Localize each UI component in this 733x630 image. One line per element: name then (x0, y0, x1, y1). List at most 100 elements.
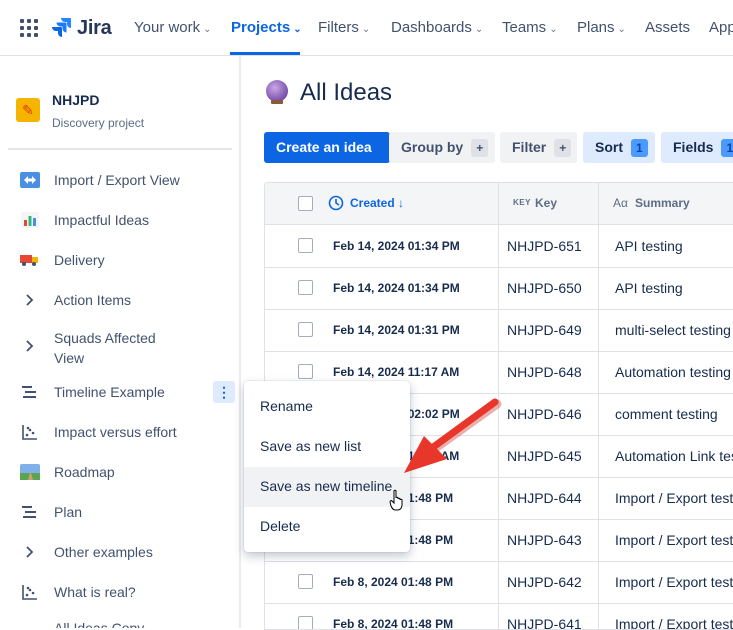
sidebar-item-plan[interactable]: Plan (0, 494, 239, 530)
cell-key[interactable]: NHJPD-642 (507, 574, 582, 590)
table-row[interactable]: Feb 14, 2024 01:34 PM NHJPD-650 API testin… (265, 267, 733, 310)
sidebar-divider (8, 148, 232, 150)
group-by-label: Group by (401, 139, 464, 155)
cell-summary[interactable]: multi-select testing (615, 322, 731, 338)
table-row[interactable]: Feb 14, 2024 01:31 PM NHJPD-649 multi-sele… (265, 309, 733, 352)
page-title: All Ideas (300, 79, 393, 106)
fields-button[interactable]: Fields 13 (661, 132, 733, 163)
sidebar-item-label: Delivery (54, 252, 105, 268)
column-header-summary[interactable]: Summary (635, 196, 690, 210)
cell-key[interactable]: NHJPD-645 (507, 448, 582, 464)
menu-item-rename[interactable]: Rename (244, 387, 410, 427)
crystal-ball-icon (266, 80, 288, 104)
row-checkbox[interactable] (298, 280, 313, 295)
row-checkbox[interactable] (298, 238, 313, 253)
sidebar-item-label-line2: View (54, 350, 85, 366)
nav-dashboards[interactable]: Dashboards ⌄ (391, 19, 483, 36)
select-all-checkbox[interactable] (298, 196, 313, 211)
sidebar-item-other-examples[interactable]: Other examples (0, 534, 239, 570)
app-switcher-icon[interactable] (20, 19, 38, 37)
column-divider[interactable] (598, 183, 599, 629)
row-checkbox[interactable] (298, 574, 313, 589)
cell-created: Feb 8, 2024 01:48 PM (333, 617, 454, 630)
column-divider[interactable] (498, 183, 499, 629)
nav-apps[interactable]: App (709, 19, 733, 36)
nav-plans[interactable]: Plans ⌄ (577, 19, 626, 36)
nav-teams[interactable]: Teams ⌄ (502, 19, 558, 36)
sidebar-item-label: Impact versus effort (54, 424, 177, 440)
column-header-created[interactable]: Created ↓ (350, 196, 404, 210)
menu-item-save-as-new-timeline[interactable]: Save as new timeline (244, 467, 410, 507)
bar-chart-icon (20, 210, 40, 230)
cell-summary[interactable]: Automation Link test (615, 448, 733, 464)
sidebar-item-all-ideas-copy[interactable]: All Ideas Copy (0, 614, 239, 628)
nav-filters[interactable]: Filters ⌄ (318, 19, 370, 36)
sort-button[interactable]: Sort 1 (583, 132, 655, 163)
sidebar-item-label: Timeline Example (54, 384, 165, 400)
table-row[interactable]: Feb 8, 2024 01:48 PM NHJPD-641 Import / Ex… (265, 603, 733, 630)
sidebar-item-timeline-example[interactable]: Timeline Example (0, 374, 239, 410)
nav-your-work[interactable]: Your work ⌄ (134, 19, 212, 36)
sidebar-item-impactful-ideas[interactable]: Impactful Ideas (0, 202, 239, 238)
cell-summary[interactable]: Automation testing (615, 364, 731, 380)
cell-key[interactable]: NHJPD-649 (507, 322, 582, 338)
cell-created: Feb 14, 2024 11:17 AM (333, 365, 460, 379)
sidebar-item-label: Impactful Ideas (54, 212, 149, 228)
table-row[interactable]: Feb 8, 2024 01:48 PM NHJPD-642 Import / Ex… (265, 561, 733, 604)
sort-label: Sort (595, 139, 623, 155)
jira-logo-text: Jira (77, 16, 112, 39)
sidebar-item-squads-affected-view[interactable]: Squads Affected View (0, 324, 239, 368)
scatter-icon (20, 582, 40, 602)
menu-item-delete[interactable]: Delete (244, 507, 410, 547)
menu-item-label: Save as new list (260, 438, 362, 454)
cell-summary[interactable]: Import / Export test (615, 490, 733, 506)
cell-key[interactable]: NHJPD-648 (507, 364, 582, 380)
cell-created: Feb 14, 2024 01:34 PM (333, 239, 460, 253)
sidebar-item-label: All Ideas Copy (54, 620, 145, 628)
view-actions-menu: Rename Save as new list Save as new time… (244, 381, 410, 552)
row-checkbox[interactable] (298, 322, 313, 337)
plus-icon: + (471, 139, 489, 158)
nav-assets[interactable]: Assets (645, 19, 690, 36)
sidebar-item-roadmap[interactable]: Roadmap (0, 454, 239, 490)
sidebar-item-label: Plan (54, 504, 83, 520)
filter-button[interactable]: Filter + (500, 132, 577, 163)
column-header-key[interactable]: Key (535, 196, 557, 210)
cell-key[interactable]: NHJPD-643 (507, 532, 582, 548)
nav-label: Teams (502, 19, 547, 36)
nav-projects[interactable]: Projects ⌄ (231, 19, 302, 36)
cell-summary[interactable]: Import / Export test (615, 532, 733, 548)
more-actions-button[interactable]: ⋮ (213, 381, 235, 403)
sidebar-item-label: Action Items (54, 292, 132, 308)
sidebar-item-what-is-real[interactable]: What is real? (0, 574, 239, 610)
table-header: Created ↓ KEY Key Aα Summary (265, 183, 733, 225)
sidebar-item-impact-versus-effort[interactable]: Impact versus effort (0, 414, 239, 450)
row-checkbox[interactable] (298, 364, 313, 379)
create-idea-button[interactable]: Create an idea (264, 132, 390, 163)
chevron-down-icon: ⌄ (361, 24, 371, 35)
cell-key[interactable]: NHJPD-651 (507, 238, 582, 254)
nav-label: Assets (645, 19, 691, 36)
timeline-icon (20, 502, 40, 522)
cell-summary[interactable]: comment testing (615, 406, 718, 422)
sidebar-item-delivery[interactable]: Delivery (0, 242, 239, 278)
sidebar-item-action-items[interactable]: Action Items (0, 282, 239, 318)
fields-count-badge: 13 (721, 139, 733, 158)
group-by-button[interactable]: Group by + (389, 132, 495, 163)
menu-item-save-as-new-list[interactable]: Save as new list (244, 427, 410, 467)
cell-summary[interactable]: API testing (615, 280, 683, 296)
cell-key[interactable]: NHJPD-646 (507, 406, 582, 422)
nav-label: Filters (318, 19, 359, 36)
project-name[interactable]: NHJPD (52, 92, 99, 108)
sidebar-item-import-export-view[interactable]: Import / Export View (0, 162, 239, 198)
cell-key[interactable]: NHJPD-650 (507, 280, 582, 296)
cell-key[interactable]: NHJPD-644 (507, 490, 582, 506)
cell-summary[interactable]: Import / Export test (615, 574, 733, 590)
jira-logo[interactable]: Jira (52, 15, 112, 41)
cell-created: Feb 8, 2024 01:48 PM (333, 575, 454, 589)
plus-icon: + (554, 139, 572, 158)
project-type: Discovery project (52, 116, 145, 130)
sidebar-resize-handle[interactable] (239, 56, 241, 628)
cell-summary[interactable]: API testing (615, 238, 683, 254)
table-row[interactable]: Feb 14, 2024 01:34 PM NHJPD-651 API testin… (265, 225, 733, 268)
